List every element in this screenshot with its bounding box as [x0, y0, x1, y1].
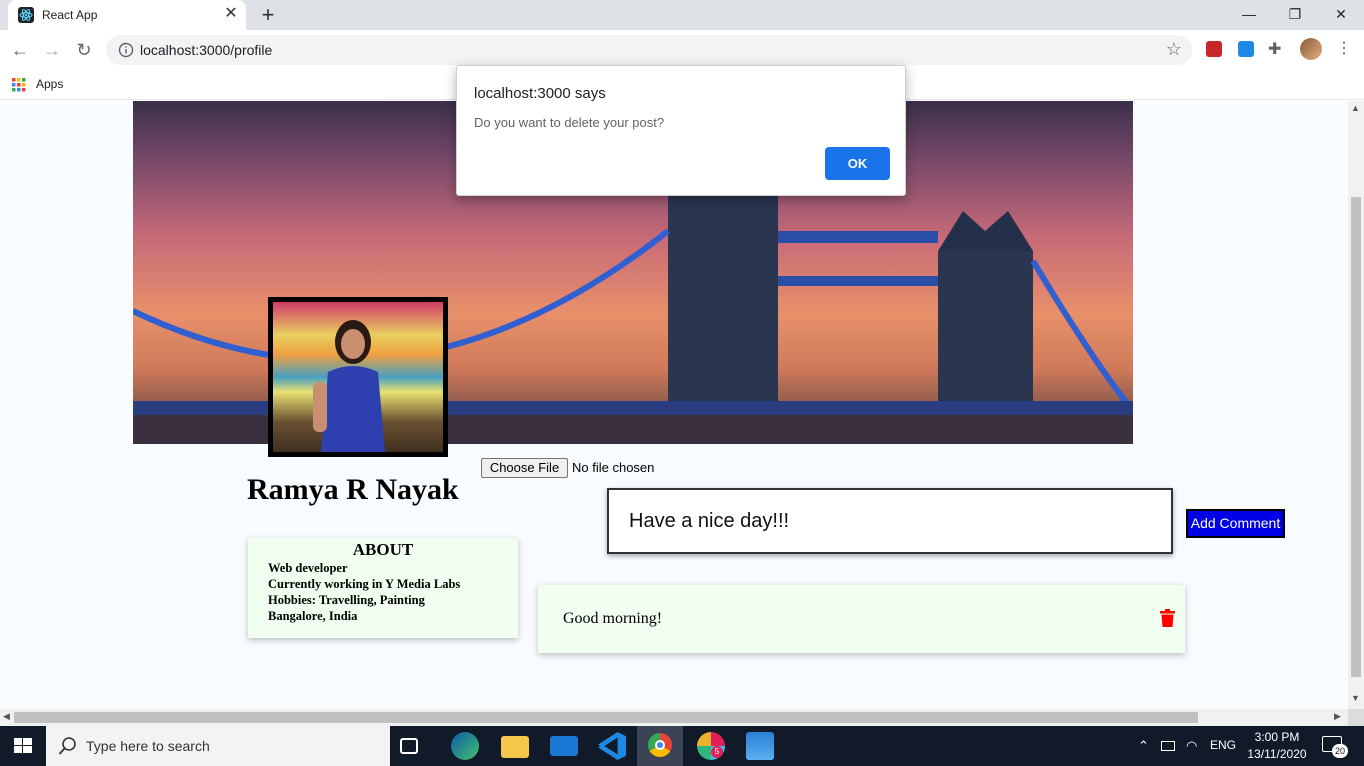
mail-icon[interactable] — [550, 736, 578, 756]
photos-icon[interactable] — [746, 732, 774, 760]
about-card: ABOUT Web developer Currently working in… — [248, 538, 518, 638]
file-status-text: No file chosen — [572, 460, 655, 475]
horizontal-scroll-thumb[interactable] — [14, 712, 1198, 723]
file-explorer-icon[interactable] — [501, 736, 529, 758]
tab-close-icon[interactable]: ✕ — [222, 5, 240, 23]
profile-photo-image — [273, 302, 443, 452]
battery-icon[interactable] — [1161, 741, 1175, 751]
notification-count: 20 — [1332, 744, 1348, 758]
alert-dialog: localhost:3000 says Do you want to delet… — [456, 65, 906, 196]
scroll-corner — [1348, 709, 1364, 726]
url-text: localhost:3000/profile — [140, 42, 273, 58]
profile-name: Ramya R Nayak — [247, 473, 459, 506]
scroll-down-arrow-icon[interactable]: ▼ — [1351, 693, 1360, 703]
taskbar-search[interactable]: Type here to search — [46, 726, 390, 766]
clock-date[interactable]: 13/11/2020 — [1244, 747, 1310, 761]
extensions-puzzle-icon[interactable]: ✚ — [1268, 39, 1281, 59]
restore-icon[interactable]: ❐ — [1272, 0, 1318, 30]
bookmark-star-icon[interactable]: ☆ — [1164, 39, 1184, 59]
apps-grid-icon[interactable] — [12, 78, 26, 92]
scroll-up-arrow-icon[interactable]: ▲ — [1351, 103, 1360, 113]
minimize-icon[interactable]: — — [1226, 0, 1272, 30]
edge-icon[interactable] — [451, 732, 479, 760]
browser-tab[interactable]: React App ✕ — [8, 0, 246, 30]
vertical-scroll-thumb[interactable] — [1351, 197, 1361, 677]
show-hidden-icons-icon[interactable]: ⌃ — [1138, 738, 1149, 754]
slack-badge: 5 — [711, 746, 723, 758]
windows-taskbar: Type here to search 5 ⌃ ◠ ENG 3:00 PM 13… — [0, 726, 1364, 766]
person-figure — [313, 320, 385, 452]
reload-icon[interactable]: ↻ — [72, 38, 96, 62]
address-bar[interactable]: localhost:3000/profile ☆ — [106, 35, 1192, 65]
about-line: Currently working in Y Media Labs — [268, 577, 461, 591]
about-line: Hobbies: Travelling, Painting — [268, 593, 425, 607]
menu-dots-icon[interactable]: ⋮ — [1336, 38, 1352, 58]
ok-button[interactable]: OK — [825, 147, 890, 180]
new-tab-icon[interactable]: + — [256, 3, 280, 27]
profile-photo — [268, 297, 448, 457]
scroll-right-arrow-icon[interactable]: ▶ — [1334, 711, 1341, 722]
about-line: Web developer — [268, 561, 348, 575]
profile-avatar-icon[interactable] — [1300, 38, 1322, 60]
react-logo-icon — [18, 7, 34, 23]
scroll-left-arrow-icon[interactable]: ◀ — [3, 711, 10, 722]
wifi-icon[interactable]: ◠ — [1186, 738, 1197, 754]
tab-strip: React App ✕ + — ❐ ✕ — [0, 0, 1364, 30]
post-text: Good morning! — [563, 610, 663, 627]
windows-start-icon[interactable] — [0, 726, 46, 766]
search-placeholder: Type here to search — [86, 738, 210, 754]
clock-time[interactable]: 3:00 PM — [1252, 730, 1302, 744]
task-view-icon[interactable] — [400, 738, 418, 754]
browser-toolbar: ← → ↻ localhost:3000/profile ☆ ✚ ⋮ — [0, 30, 1364, 70]
language-indicator[interactable]: ENG — [1210, 738, 1236, 752]
about-line: Bangalore, India — [268, 609, 358, 623]
tab-title: React App — [42, 8, 98, 22]
vscode-icon[interactable] — [598, 732, 626, 760]
choose-file-button[interactable]: Choose File — [481, 458, 568, 478]
info-icon[interactable] — [118, 42, 134, 58]
post-card: Good morning! — [538, 585, 1185, 653]
trash-icon[interactable] — [1160, 609, 1175, 627]
horizontal-scrollbar[interactable]: ◀ ▶ — [0, 709, 1348, 726]
apps-bookmark[interactable]: Apps — [36, 77, 63, 91]
back-icon[interactable]: ← — [8, 38, 32, 62]
vertical-scrollbar[interactable]: ▲ ▼ — [1348, 101, 1364, 709]
add-comment-button[interactable]: Add Comment — [1186, 509, 1285, 538]
extension-blue-icon[interactable] — [1238, 41, 1254, 57]
dialog-title: localhost:3000 says — [474, 85, 606, 102]
close-window-icon[interactable]: ✕ — [1318, 0, 1364, 30]
extension-red-icon[interactable] — [1206, 41, 1222, 57]
chrome-taskbar-active[interactable] — [637, 726, 683, 766]
about-title: ABOUT — [352, 540, 414, 559]
comment-input[interactable]: Have a nice day!!! — [607, 488, 1173, 554]
dialog-message: Do you want to delete your post? — [474, 115, 665, 130]
chrome-center-icon — [655, 740, 665, 750]
forward-icon[interactable]: → — [40, 38, 64, 62]
search-icon — [58, 737, 76, 755]
